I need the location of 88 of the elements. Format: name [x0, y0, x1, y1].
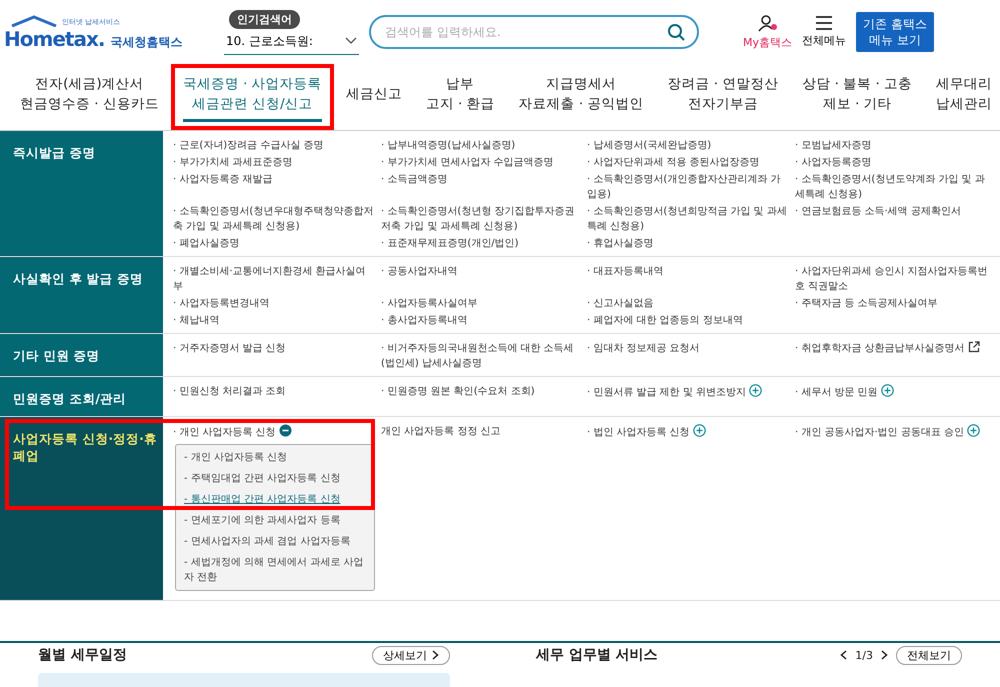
menu-link[interactable]: · 민원증명 원본 확인(수요처 조회) — [381, 384, 581, 399]
menu-link[interactable]: · 부가가치세 면세사업자 수입금액증명 — [381, 155, 581, 170]
menu-link[interactable]: · 법인 사업자등록 신청 — [587, 424, 789, 440]
menu-link[interactable]: · 주택자금 등 소득공제사실여부 — [795, 296, 994, 311]
category-title[interactable]: 기타 민원 증명 — [0, 334, 163, 376]
menu-link[interactable]: · 대표자등록내역 — [587, 264, 789, 279]
menu-link[interactable]: · 개인 공동사업자·법인 공동대표 승인 — [795, 424, 994, 440]
menu-link[interactable]: · 체납내역 — [173, 313, 375, 328]
menu-link[interactable]: · 소득확인증명서(개인종합자산관리계좌 가입용) — [587, 172, 789, 202]
menu-link[interactable]: · 납부내역증명(납세사실증명) — [381, 138, 581, 153]
menu-link[interactable]: · 민원신청 처리결과 조회 — [173, 384, 375, 399]
menu-link[interactable]: · 임대차 정보제공 요청서 — [587, 341, 789, 356]
menu-link[interactable]: · 폐업사실증명 — [173, 236, 375, 251]
nav-tab[interactable]: 전자(세금)계산서 현금영수증 · 신용카드 — [8, 64, 171, 130]
logo-name[interactable]: 국세청홈택스 — [110, 34, 182, 51]
submenu-link[interactable]: - 면세사업자의 과세 겸업 사업자등록 — [184, 534, 366, 550]
plus-circle-icon[interactable] — [967, 424, 980, 438]
menu-link[interactable]: 개인 사업자등록 정정 신고 — [381, 424, 581, 440]
menu-link[interactable]: · 소득확인증명서(청년희망적금 가입 및 과세특례 신청용) — [587, 204, 789, 234]
menu-link[interactable]: · 사업자등록사실여부 — [381, 296, 581, 311]
menu-link[interactable]: · 사업자단위과세 승인시 지점사업자등록번호 직권말소 — [795, 264, 994, 294]
menu-link[interactable]: · 사업자등록증 재발급 — [173, 172, 375, 187]
my-hometax-button[interactable]: My홈택스 — [743, 14, 792, 50]
search-icon[interactable] — [667, 23, 685, 41]
nav-tab[interactable]: 상담 · 불복 · 고충 제보 · 기타 — [790, 64, 924, 130]
menu-link[interactable]: · 연금보험료등 소득·세액 공제확인서 — [795, 204, 994, 219]
chevron-right-icon — [432, 650, 439, 660]
menu-link[interactable]: · 소득확인증명서(청년도약계좌 가입 및 과세특례 신청용) — [795, 172, 994, 202]
nav-tab[interactable]: 장려금 · 연말정산 전자기부금 — [656, 64, 790, 130]
menu-link[interactable]: · 사업자등록증명 — [795, 155, 994, 170]
menu-link[interactable]: · 개인 사업자등록 신청 — [173, 424, 375, 440]
popular-searches-badge: 인기검색어 — [229, 10, 300, 28]
menu-link[interactable]: · 납세증명서(국세완납증명) — [587, 138, 789, 153]
category-title[interactable]: 사실확인 후 발급 증명 — [0, 257, 163, 333]
nav-tab[interactable]: 국세증명 · 사업자등록 세금관련 신청/신고 — [170, 64, 334, 130]
menu-link[interactable]: · 휴업사실증명 — [587, 236, 789, 251]
minus-circle-icon[interactable] — [278, 424, 292, 438]
menu-link[interactable]: · 모범납세자증명 — [795, 138, 994, 153]
category-title[interactable]: 민원증명 조회/관리 — [0, 377, 163, 416]
plus-circle-icon[interactable] — [749, 384, 762, 397]
menu-link[interactable]: · 소득확인증명서(청년형 장기집합투자증권저축 가입 및 과세특례 신청용) — [381, 204, 581, 234]
submenu-link[interactable]: - 주택임대업 간편 사업자등록 신청 — [184, 471, 366, 486]
menu-link[interactable]: · 표준재무제표증명(개인/법인) — [381, 236, 581, 251]
view-all-button[interactable]: 전체보기 — [896, 646, 962, 664]
submenu-link[interactable]: - 세법개정에 의해 면세에서 과세로 사업자 전환 — [184, 555, 366, 586]
menu-link[interactable]: · 사업자등록변경내역 — [173, 296, 375, 311]
nav-tab[interactable]: 납부 고지 · 환급 — [414, 64, 507, 130]
menu-link[interactable]: · 소득확인증명서(청년우대형주택청약종합저축 가입 및 과세특례 신청용) — [173, 204, 375, 234]
menu-link[interactable]: · 취업후학자금 상환금납부사실증명서 — [795, 341, 994, 356]
all-menu-button[interactable]: 전체메뉴 — [802, 16, 846, 48]
menu-link[interactable]: · 거주자증명서 발급 신청 — [173, 341, 375, 356]
menu-link[interactable]: · 세무서 방문 민원 — [795, 384, 994, 400]
menu-link[interactable]: · 비거주자등의국내원천소득에 대한 소득세(법인세) 납세사실증명 — [381, 341, 581, 371]
menu-icon — [815, 16, 834, 30]
nav-tab[interactable]: 지급명세서 자료제출 · 공익법인 — [506, 64, 656, 130]
old-menu-button[interactable]: 기존 홈택스 메뉴 보기 — [856, 12, 934, 52]
nav-tab[interactable]: 세금신고 — [334, 74, 414, 120]
chevron-down-icon — [345, 37, 357, 45]
menu-link[interactable]: · 근로(자녀)장려금 수급사실 증명 — [173, 138, 375, 153]
submenu-link[interactable]: - 면세포기에 의한 과세사업자 등록 — [184, 513, 366, 528]
menu-link[interactable]: · 신고사실없음 — [587, 296, 789, 311]
search-field[interactable]: 검색어를 입력하세요. — [369, 15, 699, 49]
submenu-link[interactable]: - 개인 사업자등록 신청 — [184, 450, 366, 466]
menu-link[interactable]: · 사업자단위과세 적용 종된사업장증명 — [587, 155, 789, 170]
menu-link[interactable]: · 공동사업자내역 — [381, 264, 581, 279]
category-title[interactable]: 사업자등록 신청·정정·휴폐업 — [0, 417, 163, 600]
menu-link[interactable]: · 소득금액증명 — [381, 172, 581, 187]
chevron-right-icon[interactable] — [881, 650, 888, 660]
external-link-icon — [968, 341, 980, 353]
menu-link[interactable]: · 총사업자등록내역 — [381, 313, 581, 328]
category-title[interactable]: 즉시발급 증명 — [0, 131, 163, 256]
plus-circle-icon[interactable] — [692, 424, 706, 438]
plus-circle-icon[interactable] — [880, 384, 894, 397]
user-star-icon — [758, 14, 778, 32]
popular-search-select[interactable]: 10. 근로소득원: — [224, 28, 359, 54]
logo-brand[interactable]: Hometax. — [4, 27, 104, 51]
menu-link[interactable]: · 폐업자에 대한 업종등의 정보내역 — [587, 313, 789, 328]
section-title: 세무 업무별 서비스 — [536, 646, 658, 664]
menu-link[interactable]: · 부가가치세 과세표준증명 — [173, 155, 375, 170]
detail-button[interactable]: 상세보기 — [372, 646, 450, 664]
submenu-link[interactable]: - 통신판매업 간편 사업자등록 신청 — [184, 492, 366, 508]
page-indicator: 1/3 — [855, 648, 873, 662]
chevron-left-icon[interactable] — [840, 650, 848, 660]
menu-link[interactable]: · 개별소비세·교통에너지환경세 환급사실여부 — [173, 264, 375, 294]
menu-link[interactable]: · 민원서류 발급 제한 및 위변조방지 — [587, 384, 789, 400]
section-title: 월별 세무일정 — [38, 646, 127, 664]
nav-tab[interactable]: 세무대리 납세관리 — [924, 64, 1000, 130]
house-roof-icon — [10, 15, 58, 27]
